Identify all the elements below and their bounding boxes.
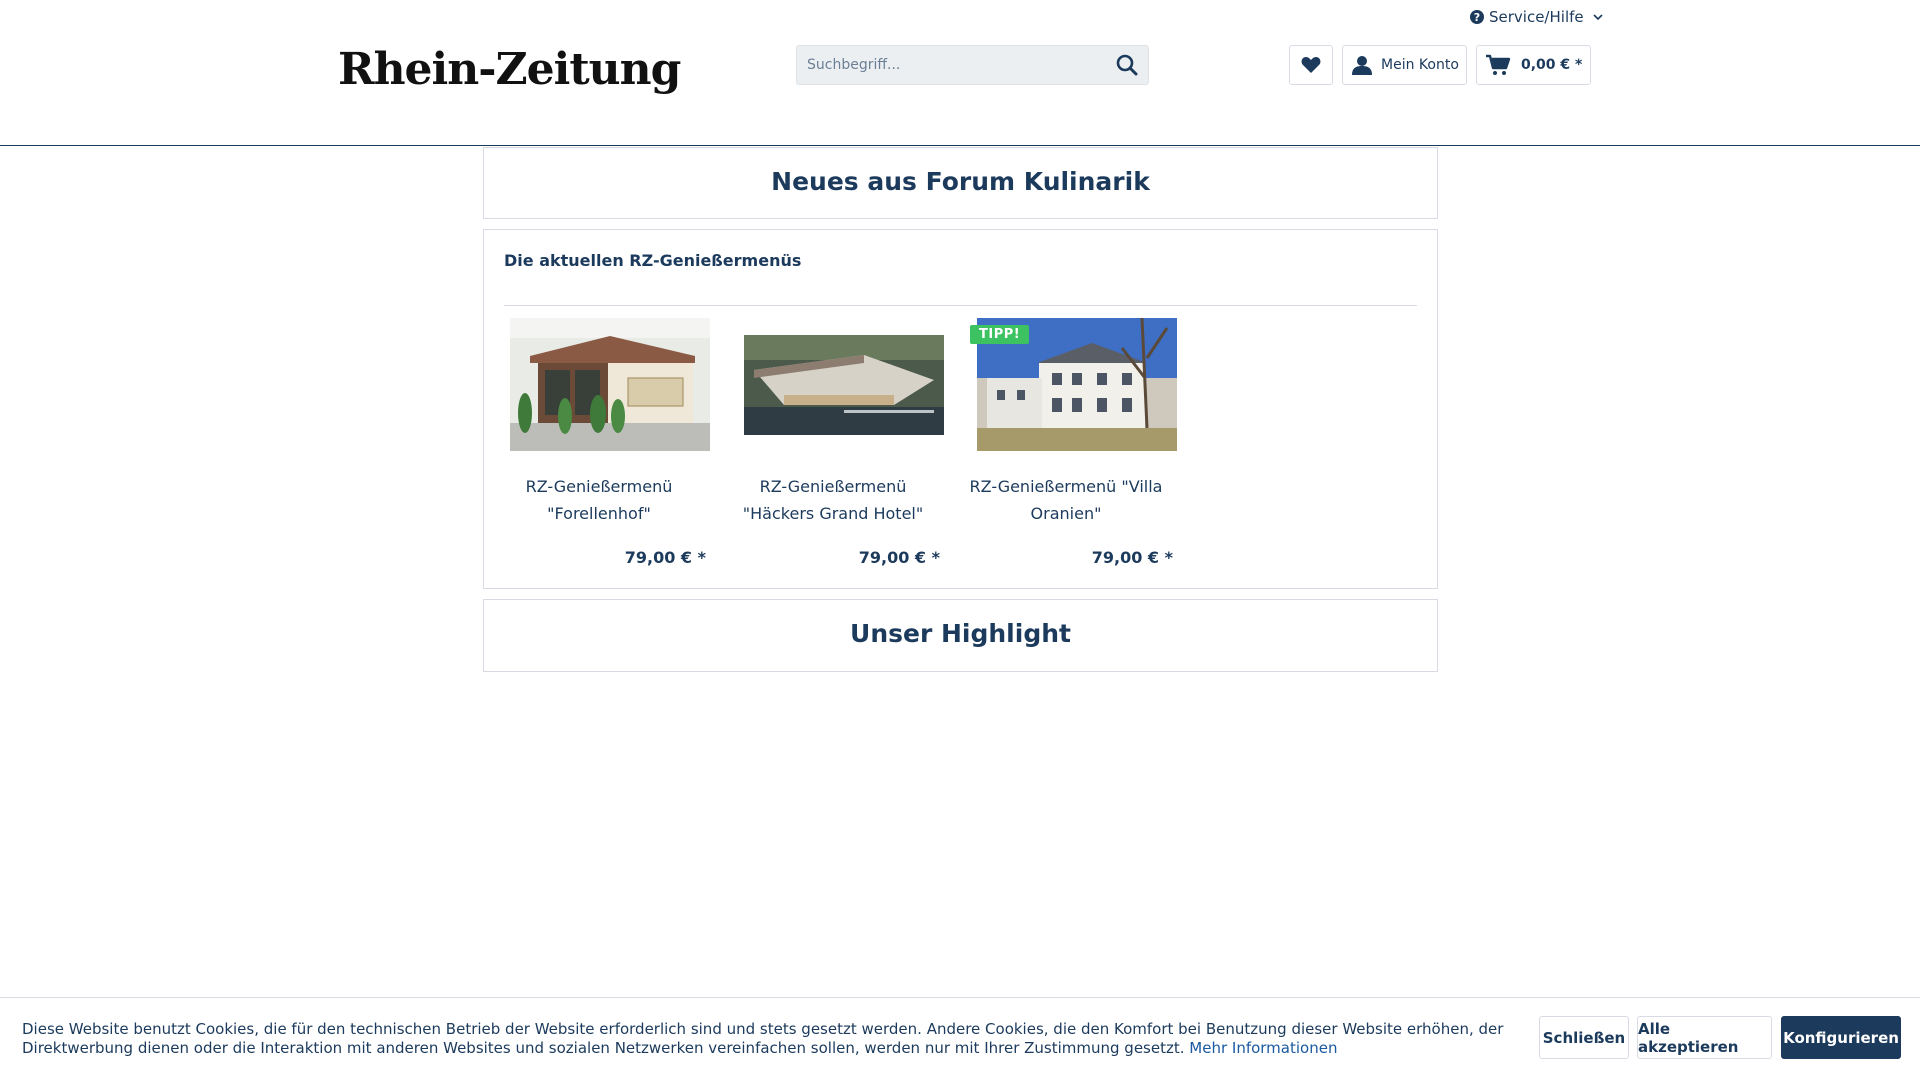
news-title: Neues aus Forum Kulinarik [771,167,1150,196]
close-cookie-button[interactable]: Schließen [1539,1016,1629,1059]
service-help-menu[interactable]: ? Service/Hilfe [1470,7,1603,27]
user-icon [1352,56,1372,75]
service-help-label: Service/Hilfe [1489,8,1584,26]
product-image-forellenhof[interactable] [510,318,710,451]
product-card[interactable]: TIPP! RZ-Genießermenü "Villa Oranien" 79… [951,318,1177,583]
chevron-down-icon [1593,11,1603,24]
product-name[interactable]: RZ-Genießermenü "Villa Oranien" [955,473,1177,527]
cart-icon [1486,54,1511,75]
wishlist-button[interactable] [1289,45,1333,85]
search-icon [1116,54,1138,76]
product-name[interactable]: RZ-Genießermenü "Forellenhof" [488,473,710,527]
product-card[interactable]: RZ-Genießermenü "Häckers Grand Hotel" 79… [718,318,944,583]
search-bar [796,45,1149,85]
accept-all-cookies-button[interactable]: Alle akzeptieren [1637,1016,1772,1059]
site-logo[interactable]: Rhein-Zeitung [338,44,681,95]
product-price: 79,00 € * [858,548,940,567]
cart-total: 0,00 € * [1521,57,1583,73]
help-icon: ? [1470,10,1484,24]
news-panel: Neues aus Forum Kulinarik [483,147,1438,219]
site-header: ? Service/Hilfe Rhein-Zeitung Mein Konto [0,0,1920,146]
search-input[interactable] [797,46,1106,84]
tip-badge: TIPP! [970,325,1030,344]
product-price: 79,00 € * [1091,548,1173,567]
product-card[interactable]: RZ-Genießermenü "Forellenhof" 79,00 € * [484,318,710,583]
configure-cookies-button[interactable]: Konfigurieren [1781,1016,1901,1059]
highlight-panel: Unser Highlight [483,599,1438,672]
product-image-haeckers-grand-hotel[interactable] [744,318,944,451]
product-name[interactable]: RZ-Genießermenü "Häckers Grand Hotel" [722,473,944,527]
menus-title: Die aktuellen RZ-Genießermenüs [504,251,1417,306]
cookie-text-wrapper: Diese Website benutzt Cookies, die für d… [22,1020,1532,1058]
product-price: 79,00 € * [624,548,706,567]
more-info-link[interactable]: Mehr Informationen [1189,1039,1337,1057]
highlight-title: Unser Highlight [850,619,1071,648]
search-button[interactable] [1106,46,1148,84]
cookie-banner: Diese Website benutzt Cookies, die für d… [0,997,1920,1080]
cart-button[interactable]: 0,00 € * [1476,45,1591,85]
menus-panel: Die aktuellen RZ-Genießermenüs RZ-Genieß… [483,229,1438,589]
heart-icon [1301,57,1321,73]
account-label: Mein Konto [1381,57,1459,73]
account-button[interactable]: Mein Konto [1342,45,1467,85]
